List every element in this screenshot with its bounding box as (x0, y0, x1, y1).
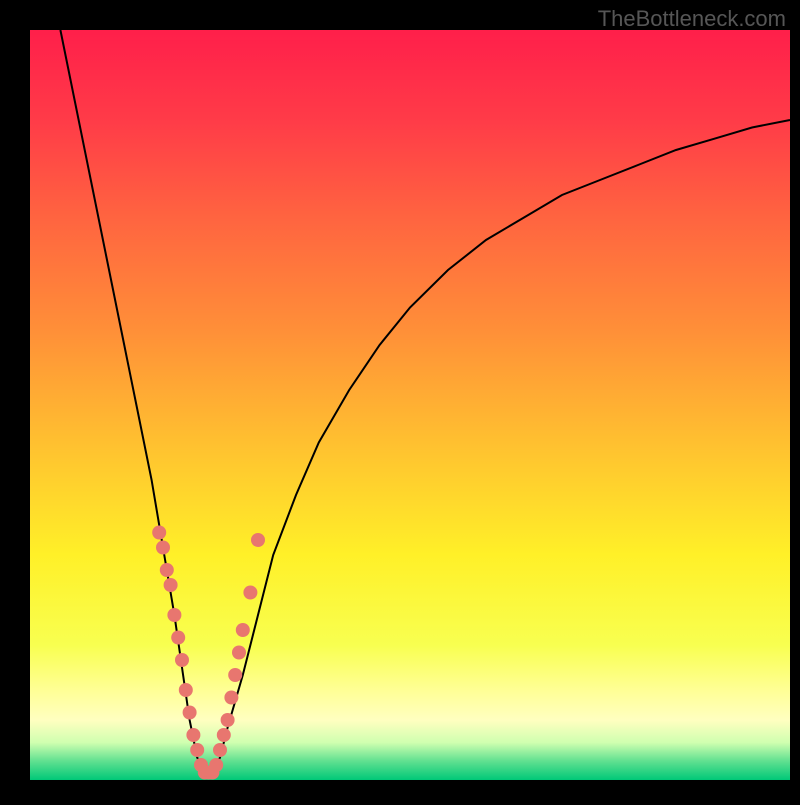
scatter-point (224, 691, 238, 705)
scatter-point (175, 653, 189, 667)
chart-container: TheBottleneck.com (0, 0, 800, 800)
bottleneck-chart (0, 0, 800, 800)
scatter-point (167, 608, 181, 622)
scatter-point (251, 533, 265, 547)
scatter-point (221, 713, 235, 727)
scatter-point (160, 563, 174, 577)
scatter-point (213, 743, 227, 757)
scatter-point (171, 631, 185, 645)
scatter-point (152, 526, 166, 540)
scatter-point (232, 646, 246, 660)
watermark-text: TheBottleneck.com (598, 6, 786, 32)
scatter-point (156, 541, 170, 555)
scatter-point (179, 683, 193, 697)
scatter-point (190, 743, 204, 757)
scatter-point (217, 728, 231, 742)
scatter-point (183, 706, 197, 720)
chart-gradient-bg (30, 30, 790, 780)
scatter-point (164, 578, 178, 592)
scatter-point (209, 758, 223, 772)
scatter-point (186, 728, 200, 742)
scatter-point (236, 623, 250, 637)
scatter-point (243, 586, 257, 600)
scatter-point (228, 668, 242, 682)
